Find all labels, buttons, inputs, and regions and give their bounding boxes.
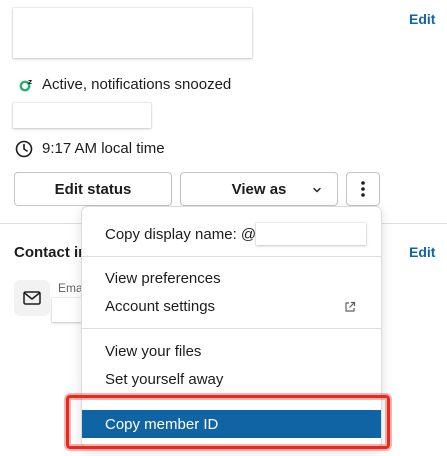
snoozed-status-icon: z: [18, 77, 34, 93]
email-label: Ema: [58, 281, 83, 295]
status-text: Active, notifications snoozed: [42, 76, 232, 93]
chevron-down-icon: [311, 183, 323, 195]
kebab-icon: [360, 180, 366, 198]
view-as-label: View as: [231, 180, 287, 198]
contact-heading: Contact in: [14, 244, 88, 261]
local-time-text: 9:17 AM local time: [42, 140, 165, 157]
external-link-icon: [344, 300, 356, 312]
more-actions-button[interactable]: [346, 172, 380, 206]
account-settings-item[interactable]: Account settings: [82, 292, 381, 320]
view-as-button[interactable]: View as: [180, 172, 338, 206]
redacted-title: [13, 103, 151, 128]
set-away-label: Set yourself away: [105, 370, 224, 388]
edit-status-label: Edit status: [54, 180, 132, 198]
redacted-name: [13, 8, 252, 58]
edit-contact-link[interactable]: Edit: [409, 244, 435, 260]
view-files-label: View your files: [105, 342, 202, 360]
mail-icon: [23, 291, 41, 305]
redacted-email: [52, 298, 84, 322]
view-preferences-item[interactable]: View preferences: [82, 264, 381, 292]
account-settings-label: Account settings: [105, 297, 216, 315]
more-actions-menu: Copy display name: @ View preferences Ac…: [81, 206, 382, 448]
view-preferences-label: View preferences: [105, 269, 221, 287]
clock-icon: [15, 140, 33, 158]
edit-status-button[interactable]: Edit status: [14, 172, 172, 206]
set-away-item[interactable]: Set yourself away: [82, 365, 381, 393]
redacted-display-name: [256, 223, 366, 245]
svg-text:z: z: [28, 78, 32, 86]
menu-divider: [82, 328, 381, 329]
edit-profile-link[interactable]: Edit: [409, 11, 435, 27]
copy-display-name-label: Copy display name: @: [105, 225, 257, 243]
copy-member-id-item[interactable]: Copy member ID: [82, 410, 381, 438]
view-files-item[interactable]: View your files: [82, 337, 381, 365]
copy-member-id-label: Copy member ID: [105, 415, 219, 433]
email-icon-tile: [14, 280, 50, 316]
menu-divider: [82, 256, 381, 257]
